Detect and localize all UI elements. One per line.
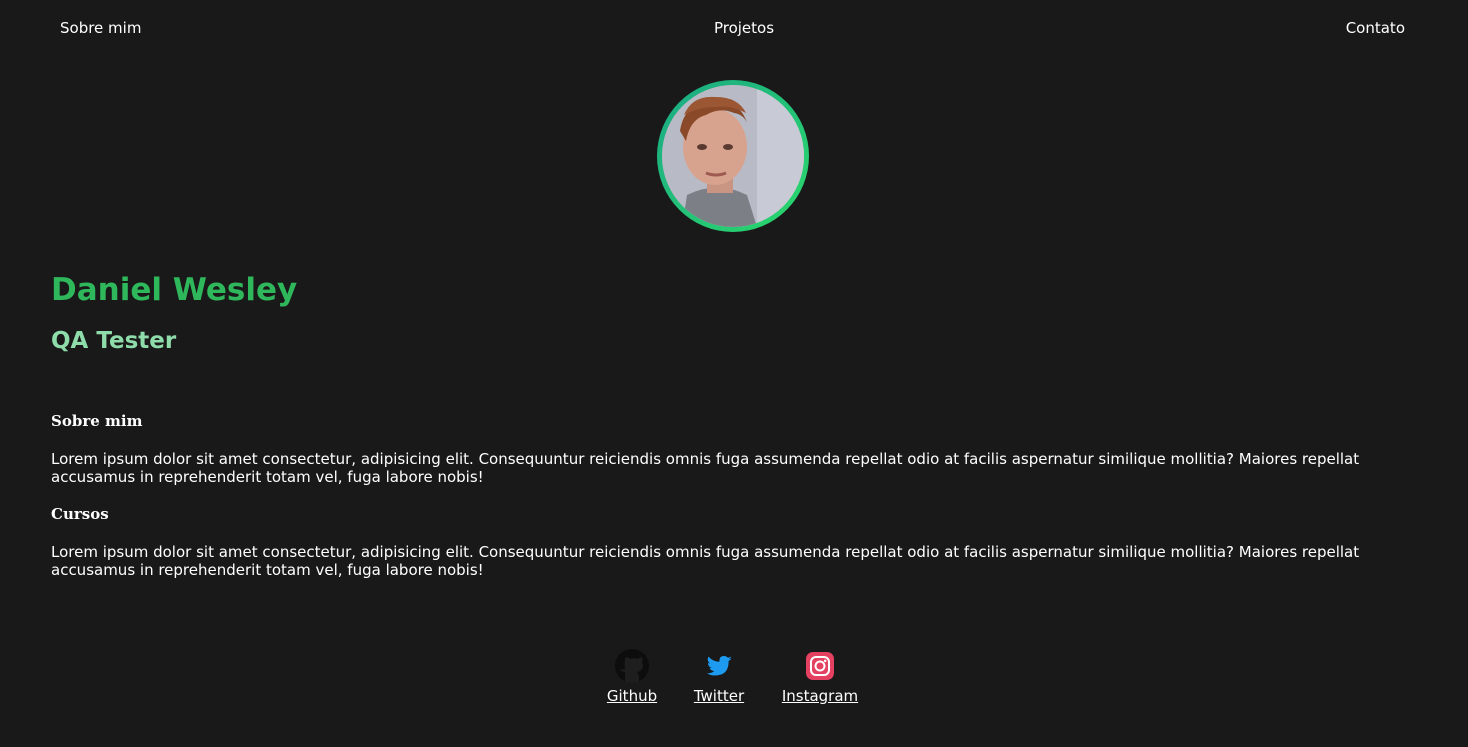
nav-link-contact[interactable]: Contato [1346, 19, 1405, 37]
section-text-about: Lorem ipsum dolor sit amet consectetur, … [51, 450, 1360, 486]
profile-role: QA Tester [51, 328, 177, 354]
instagram-link[interactable]: Instagram [781, 687, 859, 705]
section-title-about: Sobre mim [51, 412, 143, 430]
person-photo-icon [662, 85, 804, 227]
profile-name: Daniel Wesley [51, 272, 298, 308]
avatar [657, 80, 809, 232]
social-github: Github [606, 648, 658, 705]
nav-link-projects[interactable]: Projetos [714, 19, 774, 37]
top-nav: Sobre mim Projetos Contato [0, 0, 1468, 58]
github-icon[interactable] [614, 648, 650, 684]
github-link[interactable]: Github [606, 687, 658, 705]
twitter-icon[interactable] [701, 648, 737, 684]
social-instagram: Instagram [781, 648, 859, 705]
section-text-courses: Lorem ipsum dolor sit amet consectetur, … [51, 543, 1360, 579]
section-title-courses: Cursos [51, 505, 109, 523]
instagram-icon[interactable] [802, 648, 838, 684]
nav-link-about[interactable]: Sobre mim [60, 19, 141, 37]
twitter-link[interactable]: Twitter [692, 687, 746, 705]
profile-photo [662, 85, 804, 227]
social-twitter: Twitter [692, 648, 746, 705]
